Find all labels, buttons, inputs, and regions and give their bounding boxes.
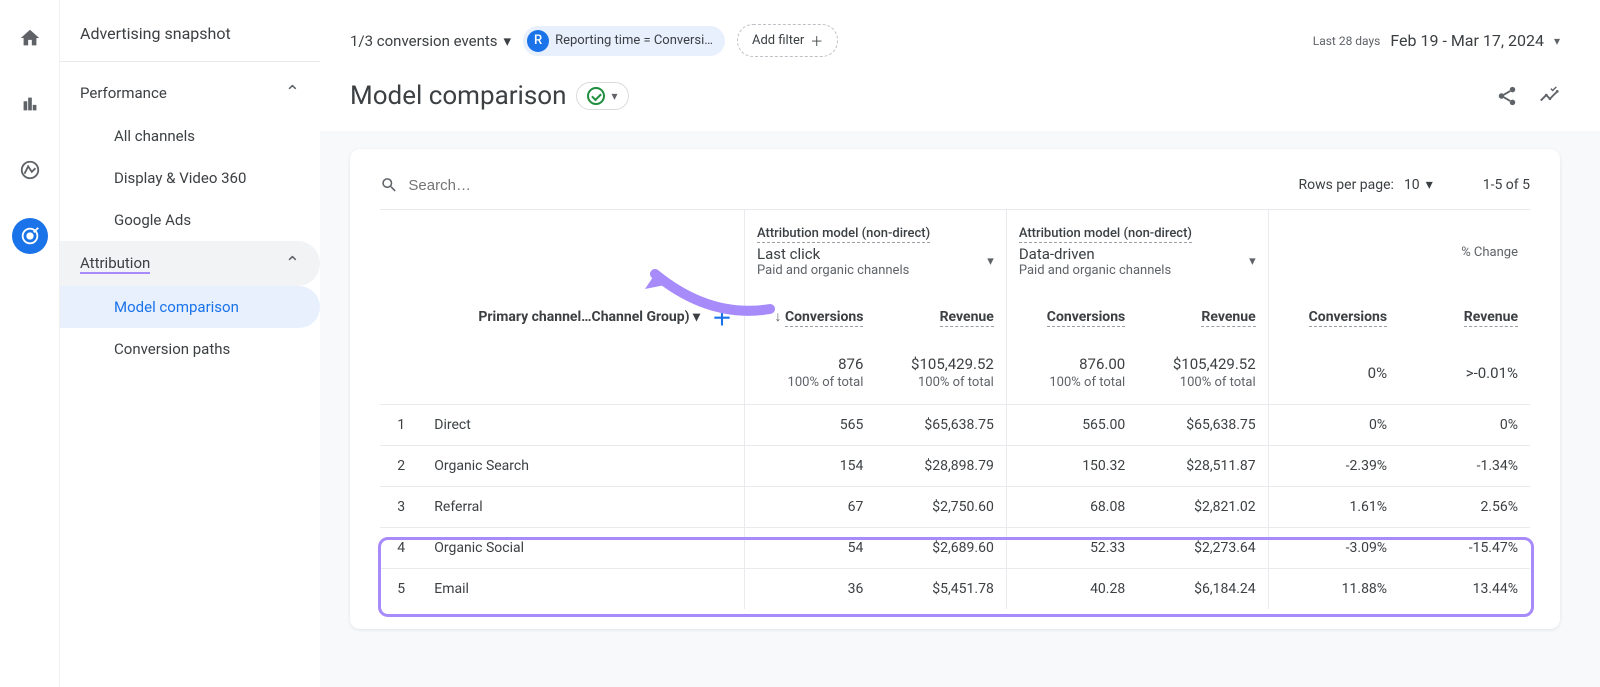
chevron-down-icon: ▾ [1249, 254, 1256, 269]
chevron-down-icon: ▾ [504, 32, 512, 50]
col-revenue-a[interactable]: Revenue [940, 309, 994, 327]
reports-icon[interactable] [12, 86, 48, 122]
rows-per-page-select[interactable]: 10 ▾ [1404, 177, 1433, 193]
col-conversions-chg[interactable]: Conversions [1309, 309, 1387, 327]
channel-direct: Direct [422, 405, 744, 446]
nav-section-label: Attribution [80, 254, 150, 274]
advertising-icon[interactable] [12, 218, 48, 254]
table-row[interactable]: 2 Organic Search 154 $28,898.79 150.32 $… [380, 446, 1530, 487]
chevron-down-icon: ▾ [987, 254, 994, 269]
date-range-value: Feb 19 - Mar 17, 2024 [1390, 31, 1544, 50]
add-dimension-button[interactable]: ＋ [712, 302, 732, 331]
comparison-table: Attribution model (non-direct) Last clic… [380, 210, 1530, 609]
table-toolbar: Rows per page: 10 ▾ 1-5 of 5 [380, 169, 1530, 210]
report-card: Rows per page: 10 ▾ 1-5 of 5 [350, 149, 1560, 629]
model-a-name: Last click [757, 245, 909, 263]
col-conversions-a[interactable]: Conversions [785, 309, 863, 327]
chip-avatar: R [527, 30, 549, 52]
topbar: 1/3 conversion events ▾ R Reporting time… [320, 0, 1600, 71]
search-wrap [380, 175, 740, 195]
chevron-up-icon: ⌃ [285, 253, 300, 274]
channel-organic-search: Organic Search [422, 446, 744, 487]
channel-email: Email [422, 569, 744, 610]
attribution-model-header-b: Attribution model (non-direct) [1019, 226, 1192, 243]
content-area: Rows per page: 10 ▾ 1-5 of 5 [320, 131, 1600, 687]
table-row[interactable]: 4 Organic Social 54 $2,689.60 52.33 $2,2… [380, 528, 1530, 569]
check-circle-icon [587, 87, 605, 105]
nav-item-model-comparison[interactable]: Model comparison [60, 286, 320, 328]
table-row[interactable]: 1 Direct 565 $65,638.75 565.00 $65,638.7… [380, 405, 1530, 446]
page-title: Model comparison [350, 81, 566, 111]
chevron-down-icon: ▾ [611, 89, 617, 103]
home-icon[interactable] [12, 20, 48, 56]
model-a-sub: Paid and organic channels [757, 263, 909, 278]
sidebar: Advertising snapshot Performance ⌃ All c… [60, 0, 320, 687]
chevron-down-icon: ▾ [1426, 177, 1433, 193]
channel-organic-social: Organic Social [422, 528, 744, 569]
nav-item-all-channels[interactable]: All channels [60, 115, 320, 157]
group-header-row: Attribution model (non-direct) Last clic… [380, 210, 1530, 288]
chevron-up-icon: ⌃ [285, 82, 300, 103]
chip-text: Reporting time = Conversi… [555, 33, 713, 48]
primary-dimension-dropdown[interactable]: Primary channel…Channel Group) ▾ [478, 309, 700, 325]
channel-referral: Referral [422, 487, 744, 528]
dropdown-label: 1/3 conversion events [350, 32, 498, 50]
chevron-down-icon: ▾ [1554, 34, 1560, 48]
model-a-dropdown[interactable]: Last click Paid and organic channels ▾ [757, 245, 994, 278]
plus-icon: ＋ [810, 31, 823, 50]
rows-per-page: Rows per page: 10 ▾ 1-5 of 5 [1298, 177, 1530, 193]
nav-item-google-ads[interactable]: Google Ads [60, 199, 320, 241]
table-row[interactable]: 5 Email 36 $5,451.78 40.28 $6,184.24 11.… [380, 569, 1530, 610]
search-icon [380, 175, 398, 195]
share-icon[interactable] [1496, 85, 1518, 107]
conversion-events-dropdown[interactable]: 1/3 conversion events ▾ [350, 32, 511, 50]
nav-section-performance[interactable]: Performance ⌃ [60, 70, 320, 115]
chevron-down-icon: ▾ [693, 309, 700, 325]
nav-item-display-video[interactable]: Display & Video 360 [60, 157, 320, 199]
page-info: 1-5 of 5 [1483, 177, 1530, 193]
column-header-row: Primary channel…Channel Group) ▾ ＋ ↓ Con… [380, 288, 1530, 345]
col-conversions-b[interactable]: Conversions [1047, 309, 1125, 327]
model-b-sub: Paid and organic channels [1019, 263, 1171, 278]
col-revenue-b[interactable]: Revenue [1201, 309, 1255, 327]
filter-chip-reporting-time[interactable]: R Reporting time = Conversi… [523, 26, 725, 56]
nav-section-label: Performance [80, 84, 167, 102]
add-filter-label: Add filter [752, 33, 804, 48]
date-range-picker[interactable]: Last 28 days Feb 19 - Mar 17, 2024 ▾ [1313, 31, 1560, 50]
add-filter-button[interactable]: Add filter ＋ [737, 24, 838, 57]
date-range-label: Last 28 days [1313, 34, 1381, 48]
page-header: Model comparison ▾ [320, 71, 1600, 131]
rows-per-page-label: Rows per page: [1298, 177, 1393, 193]
insights-icon[interactable] [1538, 85, 1560, 107]
explore-icon[interactable] [12, 152, 48, 188]
header-action-icons [1496, 85, 1560, 107]
attribution-model-header-a: Attribution model (non-direct) [757, 226, 930, 243]
status-dropdown[interactable]: ▾ [576, 82, 628, 110]
model-b-name: Data-driven [1019, 245, 1171, 263]
model-b-dropdown[interactable]: Data-driven Paid and organic channels ▾ [1019, 245, 1256, 278]
main-content: 1/3 conversion events ▾ R Reporting time… [320, 0, 1600, 687]
sort-arrow-icon[interactable]: ↓ [774, 309, 781, 325]
nav-item-conversion-paths[interactable]: Conversion paths [60, 328, 320, 370]
sidebar-title: Advertising snapshot [60, 20, 320, 62]
table-row[interactable]: 3 Referral 67 $2,750.60 68.08 $2,821.02 … [380, 487, 1530, 528]
icon-rail [0, 0, 60, 687]
totals-row: 876100% of total $105,429.52100% of tota… [380, 345, 1530, 405]
nav-section-attribution[interactable]: Attribution ⌃ [60, 241, 320, 286]
search-input[interactable] [408, 177, 740, 194]
change-header: % Change [1461, 245, 1518, 260]
col-revenue-chg[interactable]: Revenue [1464, 309, 1518, 327]
